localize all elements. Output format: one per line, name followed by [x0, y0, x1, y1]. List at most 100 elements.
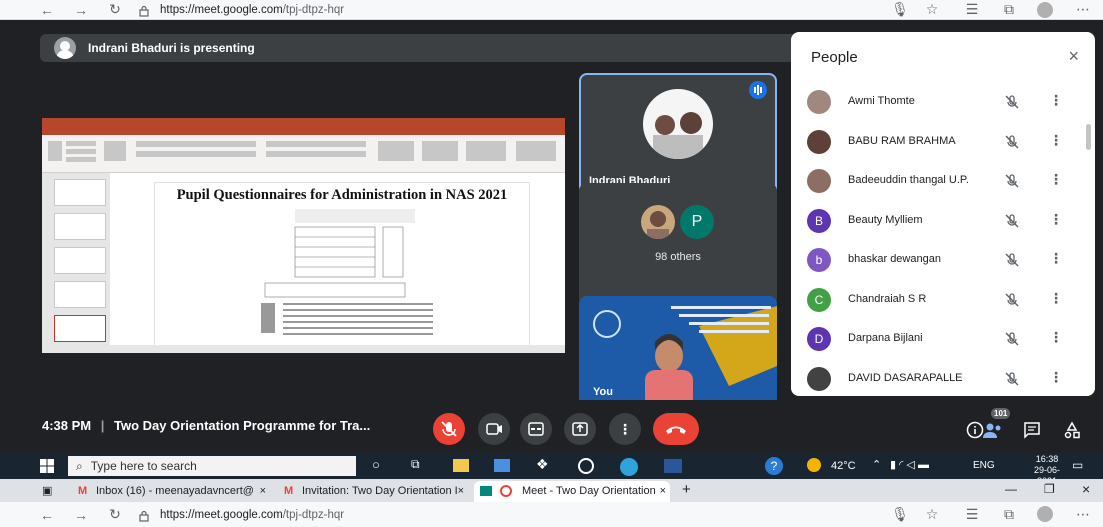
- back-icon[interactable]: ←: [36, 507, 58, 523]
- participant-row[interactable]: b bhaskar dewangan ⋮: [791, 242, 1081, 278]
- participant-more-icon[interactable]: ⋮: [1049, 369, 1063, 386]
- activities-icon: [1064, 421, 1080, 439]
- address-bar[interactable]: https://meet.google.com/tpj-dtpz-hqr: [160, 509, 344, 521]
- notification-icon[interactable]: ▭: [1072, 458, 1083, 472]
- captions-button[interactable]: [520, 413, 552, 445]
- camera-button[interactable]: [478, 413, 510, 445]
- slide-document-image: [261, 209, 433, 335]
- url-host: https://meet.google.com: [160, 508, 283, 521]
- restore-window-icon[interactable]: ❐: [1044, 482, 1055, 496]
- participant-avatar: b: [807, 248, 831, 272]
- participant-more-icon[interactable]: ⋮: [1049, 211, 1063, 228]
- slide-thumbnails: [42, 173, 110, 345]
- chrome-icon[interactable]: [578, 458, 594, 474]
- close-tab-icon[interactable]: ×: [458, 481, 464, 502]
- mic-muted-icon: [1003, 370, 1021, 388]
- word-icon[interactable]: [664, 459, 682, 473]
- activities-button[interactable]: [1063, 421, 1081, 444]
- presenting-label: Indrani Bhaduri is presenting: [88, 41, 255, 55]
- present-button[interactable]: [564, 413, 596, 445]
- tile-self-video[interactable]: You: [579, 296, 777, 408]
- participant-more-icon[interactable]: ⋮: [1049, 250, 1063, 267]
- favorites-icon[interactable]: ☰: [961, 1, 983, 18]
- close-window-icon[interactable]: ×: [1082, 481, 1090, 497]
- participant-row[interactable]: C Chandraiah S R ⋮: [791, 282, 1081, 318]
- participant-avatar: [807, 90, 831, 114]
- participant-more-icon[interactable]: ⋮: [1049, 132, 1063, 149]
- gmail-icon: M: [78, 485, 88, 497]
- cortana-icon[interactable]: ○: [372, 457, 380, 472]
- lock-icon: [138, 509, 150, 522]
- language-indicator[interactable]: ENG: [973, 460, 995, 471]
- people-scrollbar[interactable]: [1086, 124, 1091, 150]
- collections-icon[interactable]: ⧉: [998, 506, 1020, 523]
- participant-name: bhaskar dewangan: [848, 253, 941, 265]
- meet-icon: [480, 486, 492, 496]
- chat-button[interactable]: [1023, 421, 1041, 444]
- tray-icons[interactable]: ▮ ◜ ◁ ▬: [890, 458, 929, 471]
- leave-call-button[interactable]: [653, 413, 699, 445]
- mic-permission-icon[interactable]: 🎙: [889, 1, 911, 18]
- participant-row[interactable]: Badeeuddin thangal U.P. ⋮: [791, 163, 1081, 199]
- bookmark-star-icon[interactable]: ☆: [921, 1, 943, 18]
- participant-row[interactable]: BABU RAM BRAHMA ⋮: [791, 124, 1081, 160]
- reload-icon[interactable]: ↻: [104, 506, 126, 523]
- participant-name: Chandraiah S R: [848, 292, 927, 305]
- close-icon[interactable]: ×: [1068, 46, 1079, 67]
- participant-row[interactable]: B Beauty Mylliem ⋮: [791, 203, 1081, 239]
- more-options-button[interactable]: ⋮: [609, 413, 641, 445]
- slide-heading: Pupil Questionnaires for Administration …: [176, 187, 508, 203]
- reload-icon[interactable]: ↻: [104, 1, 126, 18]
- powerpoint-statusbar: [42, 345, 565, 353]
- minimize-window-icon[interactable]: —: [1005, 482, 1017, 496]
- more-menu-icon[interactable]: ⋯: [1072, 506, 1094, 523]
- edge-icon[interactable]: [620, 458, 638, 476]
- mail-app-icon[interactable]: [494, 459, 510, 472]
- profile-avatar[interactable]: [1037, 506, 1053, 522]
- tab-inbox[interactable]: M Inbox (16) - meenayadavncert@ ×: [74, 481, 270, 502]
- participant-row[interactable]: DAVID DASARAPALLE ⋮: [791, 361, 1081, 397]
- close-tab-icon[interactable]: ×: [260, 481, 266, 502]
- participant-avatar: [807, 129, 831, 154]
- taskbar-search-box[interactable]: ⌕ Type here to search: [68, 456, 356, 476]
- meeting-info: 4:38 PM | Two Day Orientation Programme …: [42, 418, 370, 433]
- tab-meet[interactable]: Meet - Two Day Orientation ×: [474, 481, 670, 502]
- tab-label: Meet - Two Day Orientation: [522, 485, 656, 497]
- mic-permission-icon[interactable]: 🎙: [889, 506, 911, 523]
- mic-off-button[interactable]: [433, 413, 465, 445]
- file-explorer-icon[interactable]: [453, 459, 469, 472]
- participant-more-icon[interactable]: ⋮: [1049, 92, 1063, 109]
- forward-icon[interactable]: →: [70, 2, 92, 18]
- windows-start-button[interactable]: [40, 459, 54, 478]
- close-tab-icon[interactable]: ×: [657, 481, 666, 502]
- participant-more-icon[interactable]: ⋮: [1049, 171, 1063, 188]
- task-view-icon[interactable]: ⧉: [411, 457, 420, 472]
- forward-icon[interactable]: →: [70, 507, 92, 523]
- participant-avatar: C: [807, 287, 831, 312]
- collections-icon[interactable]: ⧉: [998, 1, 1020, 18]
- more-menu-icon[interactable]: ⋯: [1072, 1, 1094, 18]
- participant-more-icon[interactable]: ⋮: [1049, 290, 1063, 307]
- captions-icon: [528, 422, 544, 436]
- people-button[interactable]: 101: [982, 408, 1011, 444]
- back-icon[interactable]: ←: [36, 2, 58, 18]
- tab-actions-icon[interactable]: ▣: [42, 484, 52, 497]
- participant-row[interactable]: D Darpana Bijlani ⋮: [791, 321, 1081, 357]
- tab-invitation[interactable]: M Invitation: Two Day Orientation I ×: [280, 481, 468, 502]
- tile-others[interactable]: P 98 others: [579, 183, 777, 306]
- tray-chevron-icon[interactable]: ⌃: [872, 458, 881, 471]
- address-bar[interactable]: https://meet.google.com/tpj-dtpz-hqr: [160, 4, 344, 16]
- new-tab-icon[interactable]: +: [682, 481, 691, 498]
- help-icon[interactable]: ?: [765, 457, 783, 475]
- dropbox-icon[interactable]: ❖: [536, 456, 549, 473]
- tile-presenter[interactable]: Indrani Bhaduri: [579, 73, 777, 196]
- mic-muted-icon: [1003, 330, 1021, 348]
- participant-row[interactable]: Awmi Thomte ⋮: [791, 84, 1081, 120]
- favorites-icon[interactable]: ☰: [961, 506, 983, 523]
- bookmark-star-icon[interactable]: ☆: [921, 506, 943, 523]
- self-tile-name: You: [593, 386, 613, 398]
- participant-more-icon[interactable]: ⋮: [1049, 329, 1063, 346]
- tab-label: Invitation: Two Day Orientation I: [302, 485, 458, 497]
- profile-avatar[interactable]: [1037, 2, 1053, 18]
- participant-name: DAVID DASARAPALLE: [848, 371, 963, 384]
